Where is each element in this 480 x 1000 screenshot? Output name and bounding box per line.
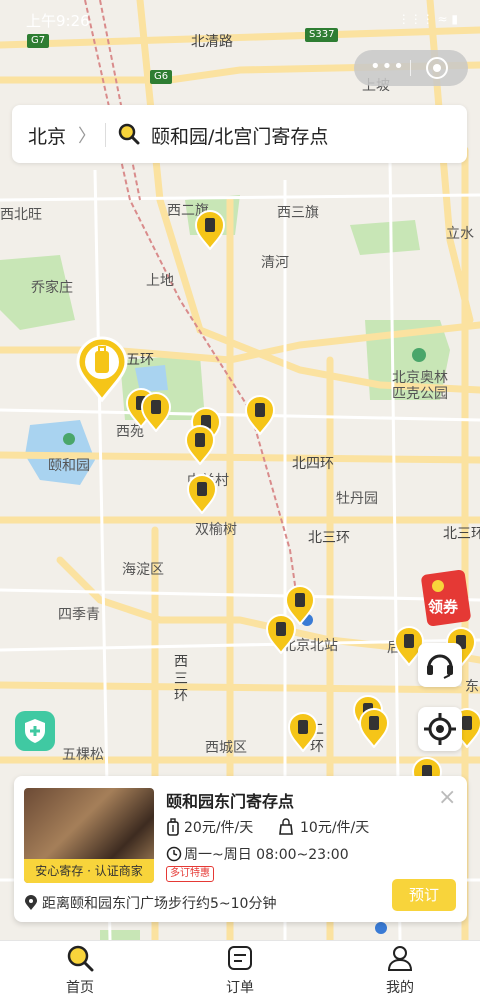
map-label-qinghe: 清河: [261, 255, 289, 271]
map-label-dong: 东: [465, 679, 479, 695]
map-label-xisanhuan: 西 三 环: [174, 654, 188, 704]
luggage-price: 20元/件/天: [184, 820, 254, 836]
locate-me-button[interactable]: [418, 707, 462, 751]
highway-shield-g7: G7: [27, 34, 50, 48]
storage-pin-icon[interactable]: [245, 395, 275, 435]
promo-badge: 多订特惠: [166, 866, 214, 882]
storage-point-card[interactable]: 安心寄存 · 认证商家 颐和园东门寄存点 × 20元/件/天 10元/件/天 周…: [14, 776, 467, 922]
clock-icon: [166, 846, 182, 862]
storage-point-title: 颐和园东门寄存点: [166, 792, 295, 811]
map-label-wukesong: 五棵松: [62, 747, 104, 763]
order-list-icon: [228, 946, 252, 970]
certified-merchant-ribbon: 安心寄存 · 认证商家: [24, 859, 154, 883]
map-label-qiaojiazhuang: 乔家庄: [31, 280, 73, 296]
status-bar: 上午9:26 ⋮⋮⋮ ≈ ▮: [0, 0, 480, 36]
map-label-shuangyushu: 双榆树: [195, 522, 237, 538]
walking-distance: 距离颐和园东门广场步行约5~10分钟: [42, 896, 277, 912]
bag-icon: [279, 818, 293, 835]
safety-shield-button[interactable]: [15, 711, 55, 751]
storage-pin-icon[interactable]: [141, 392, 171, 432]
map-label-beisanhuan: 北三环: [308, 530, 350, 546]
book-button[interactable]: 预订: [392, 879, 456, 911]
map-label-xichengqu: 西城区: [205, 740, 247, 756]
map-label-wuhuan: 五环: [126, 352, 154, 368]
tab-home[interactable]: 首页: [30, 941, 130, 1000]
storage-pin-icon[interactable]: [266, 614, 296, 654]
coupon-label: 领券: [428, 598, 459, 616]
tab-profile-label: 我的: [386, 980, 414, 996]
map-label-shangdi: 上地: [146, 273, 174, 289]
search-icon: [118, 123, 140, 145]
storage-pin-icon[interactable]: [185, 425, 215, 465]
more-menu-icon[interactable]: •••: [370, 56, 405, 77]
map-label-mudanyuan: 牡丹园: [336, 491, 378, 507]
chevron-right-icon[interactable]: 〉: [78, 122, 96, 148]
map-label-beisihuan: 北四环: [292, 456, 334, 472]
map-label-olympic-park: 北京奥林 匹克公园: [392, 370, 448, 402]
map-label-sijiqing: 四季青: [58, 607, 100, 623]
luggage-icon: [167, 818, 179, 836]
headset-icon: [427, 654, 453, 679]
customer-service-button[interactable]: [418, 643, 462, 687]
bottom-tab-bar: 首页 订单 我的: [0, 940, 480, 1000]
map-label-xisanqi: 西三旗: [277, 205, 319, 221]
close-miniprogram-icon[interactable]: [426, 57, 448, 79]
map-label-yiheyuan: 颐和园: [48, 458, 90, 474]
map-label-xibeiwang: 西北旺: [0, 207, 42, 223]
tab-home-label: 首页: [66, 980, 94, 996]
tab-orders[interactable]: 订单: [190, 941, 290, 1000]
status-time: 上午9:26: [26, 12, 90, 30]
map-label-lishui: 立水: [446, 226, 474, 242]
map-label-beisanhuan-right: 北三环: [443, 526, 480, 542]
search-bar[interactable]: 北京 〉 颐和园/北宫门寄存点: [12, 105, 467, 163]
storage-pin-icon[interactable]: [359, 708, 389, 748]
capsule-divider: [410, 60, 411, 76]
storefront-thumbnail[interactable]: 安心寄存 · 认证商家: [24, 788, 154, 883]
selected-location-pin-icon[interactable]: [76, 336, 128, 402]
storage-pin-icon[interactable]: [187, 474, 217, 514]
crosshair-icon: [424, 713, 456, 745]
close-icon[interactable]: ×: [438, 785, 456, 810]
shield-plus-icon: [25, 719, 45, 743]
search-divider: [105, 123, 106, 147]
coupon-button[interactable]: 领券: [420, 568, 472, 628]
search-input[interactable]: 颐和园/北宫门寄存点: [151, 122, 328, 149]
miniprogram-capsule: •••: [354, 50, 468, 86]
location-pin-icon: [25, 895, 37, 910]
tab-orders-label: 订单: [226, 980, 254, 996]
tab-profile[interactable]: 我的: [350, 941, 450, 1000]
search-icon: [67, 945, 94, 972]
highway-shield-g6: G6: [150, 70, 173, 84]
user-icon: [387, 946, 413, 971]
storage-pin-icon[interactable]: [195, 210, 225, 250]
opening-hours: 周一~周日 08:00~23:00: [184, 847, 349, 863]
map-label-haidianqu: 海淀区: [122, 562, 164, 578]
status-icons: ⋮⋮⋮ ≈ ▮: [397, 12, 458, 26]
city-selector[interactable]: 北京: [28, 122, 66, 149]
storage-pin-icon[interactable]: [288, 712, 318, 752]
bag-price: 10元/件/天: [300, 820, 370, 836]
